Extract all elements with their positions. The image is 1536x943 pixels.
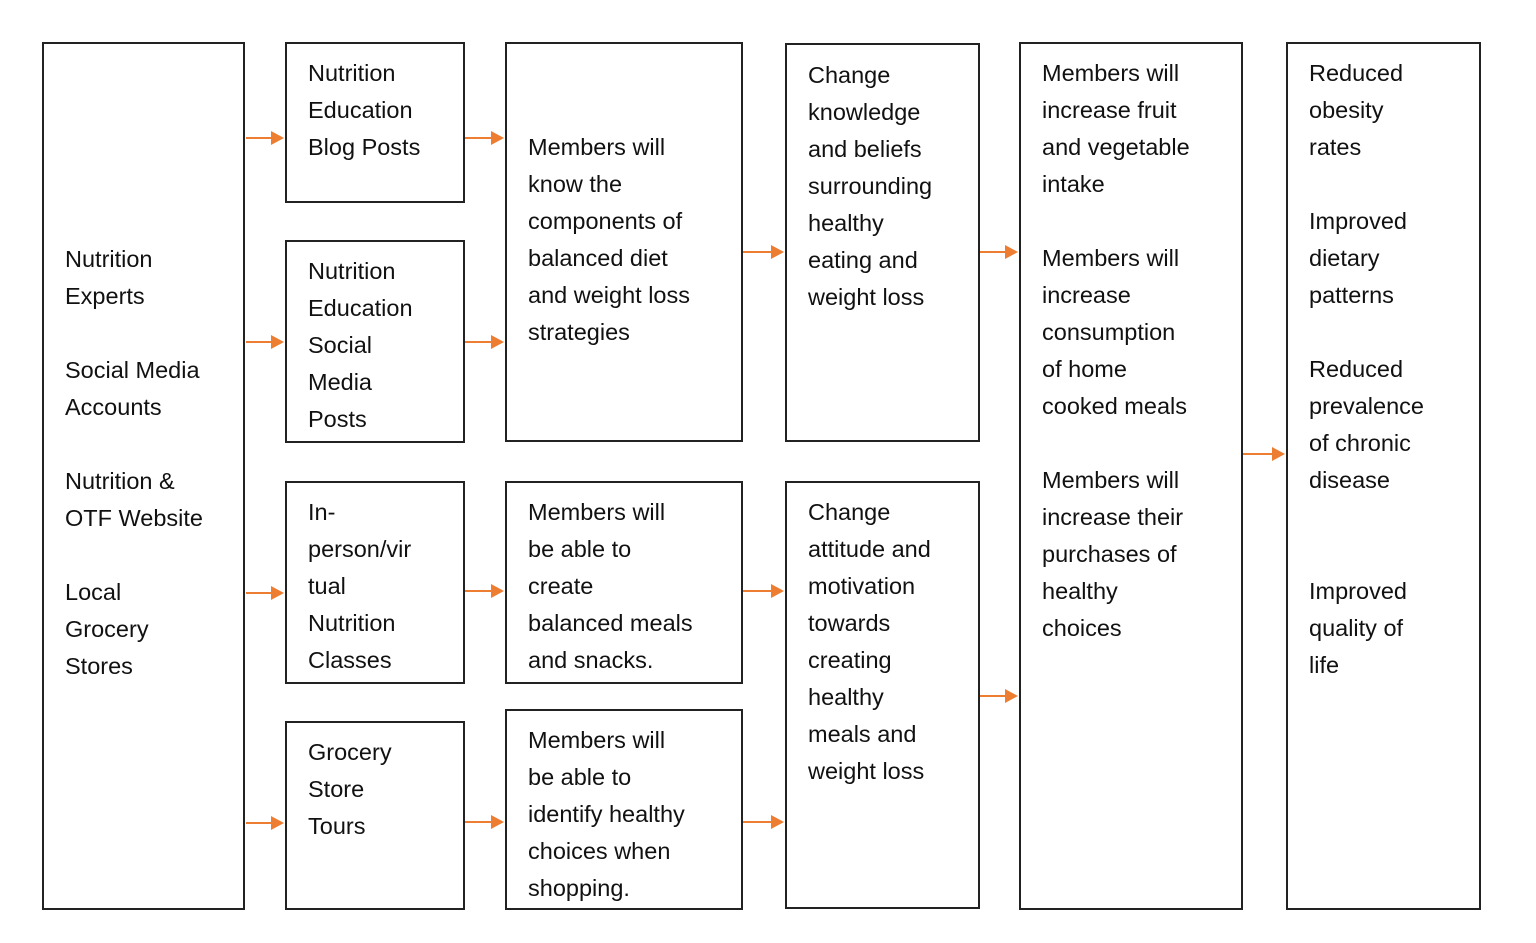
arrow-icon — [743, 584, 784, 598]
arrow-icon — [743, 245, 784, 259]
arrow-icon — [465, 131, 504, 145]
arrow-icon — [246, 586, 284, 600]
arrow-icon — [465, 335, 504, 349]
arrow-icon — [980, 245, 1018, 259]
arrows-layer — [246, 131, 1285, 830]
arrow-icon — [246, 335, 284, 349]
arrow-icon — [465, 815, 504, 829]
arrow-icon — [980, 689, 1018, 703]
arrow-icon — [246, 131, 284, 145]
arrow-icon — [246, 816, 284, 830]
arrow-icon — [743, 815, 784, 829]
arrow-icon — [1243, 447, 1285, 461]
logic-model-diagram: Nutrition Experts Social Media Accounts Nutr… — [0, 0, 1536, 943]
arrow-icon — [465, 584, 504, 598]
